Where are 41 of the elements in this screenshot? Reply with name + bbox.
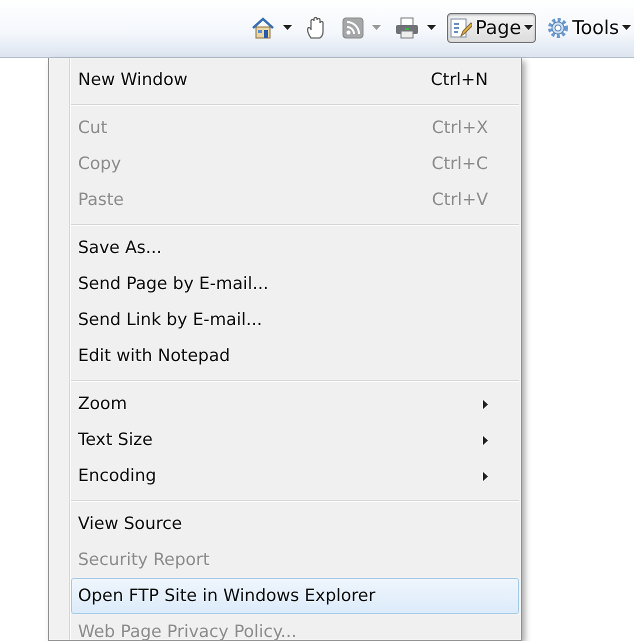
menu-button[interactable]: Page bbox=[447, 12, 536, 42]
submenu-arrow-icon bbox=[483, 400, 488, 408]
caret-icon[interactable] bbox=[622, 25, 631, 30]
submenu-arrow-icon bbox=[483, 436, 488, 444]
menu-item-label: Zoom bbox=[78, 394, 128, 414]
shortcut-text: Ctrl+C bbox=[432, 154, 488, 174]
page-icon bbox=[450, 16, 472, 38]
menu-item-label: Encoding bbox=[78, 466, 158, 486]
menu-item-label: Send Page by E-mail... bbox=[78, 274, 270, 294]
menu-item[interactable]: Open FTP Site in Windows Explorer bbox=[71, 578, 519, 614]
menu-item-label: Open FTP Site in Windows Explorer bbox=[78, 586, 376, 606]
menu-item[interactable]: Text Size bbox=[71, 422, 519, 458]
house-icon[interactable] bbox=[251, 16, 276, 38]
shortcut-text: Ctrl+X bbox=[432, 118, 488, 138]
menu-item-label: Save As... bbox=[78, 238, 163, 258]
menu-item[interactable]: Encoding bbox=[71, 458, 519, 494]
shortcut-text: Ctrl+N bbox=[430, 70, 488, 90]
menu-item[interactable]: Edit with Notepad bbox=[71, 338, 519, 374]
caret-icon[interactable] bbox=[283, 25, 292, 30]
shortcut-text: Ctrl+V bbox=[432, 190, 488, 210]
menu-item-label: Paste bbox=[78, 190, 125, 210]
menu-item[interactable]: New Window Ctrl+N bbox=[71, 62, 519, 98]
menu-item[interactable]: Save As... bbox=[71, 230, 519, 266]
menu-item-label: Security Report bbox=[78, 550, 211, 570]
menu-item-label: Text Size bbox=[78, 430, 154, 450]
menu-button[interactable]: Tools bbox=[544, 12, 634, 42]
menu-item-label: Copy bbox=[78, 154, 122, 174]
menu-item-label: Edit with Notepad bbox=[78, 346, 232, 366]
menu-item[interactable]: Zoom bbox=[71, 386, 519, 422]
menu-item-label: Send Link by E-mail... bbox=[78, 310, 264, 330]
gear-icon bbox=[547, 16, 570, 38]
menu-item-label: Cut bbox=[78, 118, 108, 138]
caret-icon[interactable] bbox=[524, 25, 534, 30]
printer-icon[interactable] bbox=[395, 16, 420, 38]
menu-item-label: New Window bbox=[78, 70, 189, 90]
submenu-arrow-icon bbox=[483, 472, 488, 480]
menu-item[interactable]: Send Link by E-mail... bbox=[71, 302, 519, 338]
menu-item[interactable]: View Source bbox=[71, 506, 519, 542]
caret-icon[interactable] bbox=[427, 25, 436, 30]
menu-item-label: View Source bbox=[78, 514, 184, 534]
menu-item[interactable]: Send Page by E-mail... bbox=[71, 266, 519, 302]
